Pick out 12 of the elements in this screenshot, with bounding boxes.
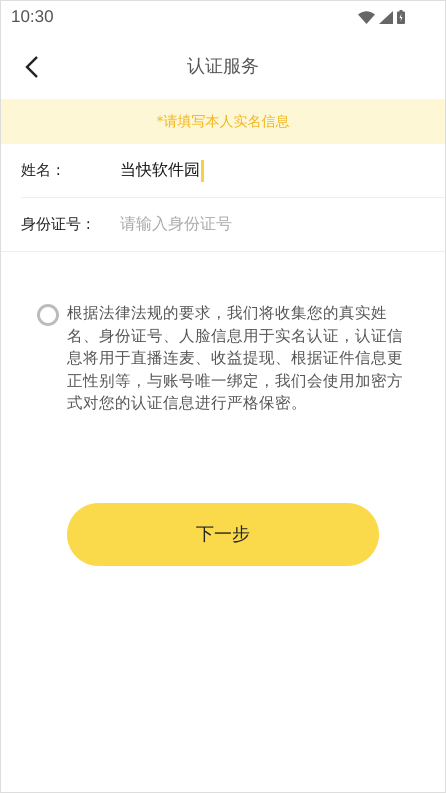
field-label: 姓名 : [21, 161, 62, 180]
field-label: 身份证号 : [21, 215, 92, 234]
wifi-icon [358, 10, 375, 24]
notice-banner: *请填写本人实名信息 [1, 99, 445, 144]
next-button[interactable]: 下一步 [67, 502, 379, 566]
battery-icon [397, 10, 405, 24]
agree-radio[interactable] [37, 304, 59, 326]
agreement-text: 根据法律法规的要求，我们将收集您的真实姓名、身份证号、人脸信息用于实名认证，认证信息将用于直播连麦、收益提现、根据证件信息更正性别等，与账号唯一绑定，我们会使用加密方式对您的认证信息进行严格保密。 [67, 303, 404, 414]
input-field[interactable]: 当快软件园 [120, 158, 204, 182]
page-title: 认证服务 [187, 55, 259, 78]
signal-icon [379, 10, 393, 24]
status-time: 10:30 [11, 7, 54, 27]
